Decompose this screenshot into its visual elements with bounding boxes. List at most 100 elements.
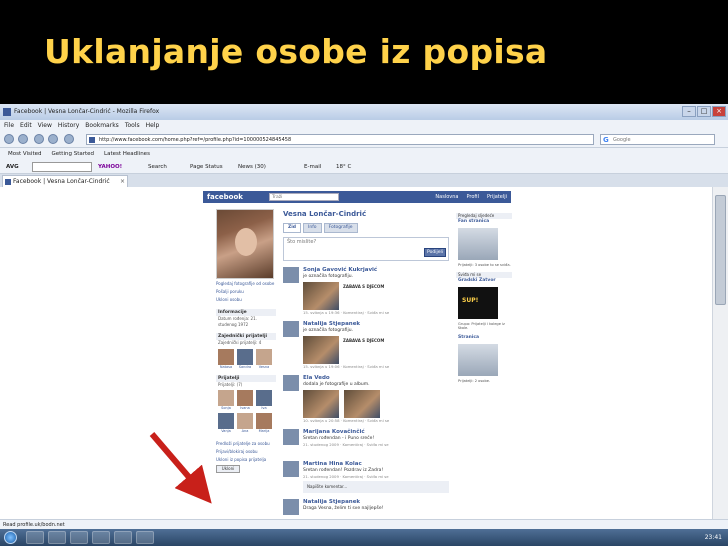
post-author[interactable]: Ela Vedo bbox=[303, 375, 449, 382]
remove-friend-link[interactable]: Ukloni iz popisa prijatelja bbox=[216, 457, 276, 463]
page-title[interactable]: Stranica bbox=[456, 335, 512, 341]
start-button[interactable] bbox=[4, 531, 17, 544]
post-author[interactable]: Natalija Stjepanek bbox=[303, 321, 449, 328]
post-author[interactable]: Natalija Stjepanek bbox=[303, 499, 449, 506]
post-photo[interactable] bbox=[344, 390, 381, 418]
search-button[interactable]: Search bbox=[148, 160, 167, 174]
taskbar-firefox-icon[interactable] bbox=[70, 531, 88, 544]
bookmark-latest-headlines[interactable]: Latest Headlines bbox=[104, 148, 150, 160]
friend-thumb[interactable] bbox=[256, 413, 272, 429]
post-meta: 21. studenog 2009 · Komentiraj · Sviđa m… bbox=[303, 442, 389, 447]
friend-name[interactable]: Sandra bbox=[237, 365, 253, 369]
remove-friend-button[interactable]: Ukloni bbox=[216, 465, 240, 473]
friend-thumb[interactable] bbox=[256, 390, 272, 406]
friend-name[interactable]: Ivana bbox=[237, 406, 253, 410]
share-button[interactable]: Podijeli bbox=[424, 248, 446, 257]
friend-name[interactable]: Marija bbox=[256, 429, 272, 433]
menu-view[interactable]: View bbox=[38, 120, 52, 131]
menu-tools[interactable]: Tools bbox=[125, 120, 140, 131]
friend-name[interactable]: Sonja bbox=[218, 406, 234, 410]
avg-button[interactable]: AVG bbox=[6, 160, 19, 174]
post-photo[interactable] bbox=[303, 390, 339, 418]
menu-history[interactable]: History bbox=[58, 120, 79, 131]
menu-edit[interactable]: Edit bbox=[20, 120, 32, 131]
post-photo[interactable] bbox=[303, 282, 339, 310]
bookmark-getting-started[interactable]: Getting Started bbox=[51, 148, 94, 160]
facebook-logo[interactable]: facebook bbox=[207, 191, 243, 203]
bookmark-most-visited[interactable]: Most Visited bbox=[8, 148, 41, 160]
minimize-button[interactable]: – bbox=[682, 106, 696, 117]
profile-photo[interactable] bbox=[216, 209, 274, 279]
avatar[interactable] bbox=[283, 321, 299, 337]
profile-link-message[interactable]: Pošalji poruku bbox=[216, 289, 276, 295]
tab-info[interactable]: Info bbox=[303, 223, 322, 233]
avatar[interactable] bbox=[283, 267, 299, 283]
friend-thumb[interactable] bbox=[218, 413, 234, 429]
avatar[interactable] bbox=[283, 375, 299, 391]
friend-name[interactable]: Iva bbox=[256, 406, 272, 410]
weather-button[interactable]: 18° C bbox=[336, 160, 351, 174]
tab-facebook[interactable]: Facebook | Vesna Lončar-Cindrić × bbox=[2, 175, 128, 187]
windows-taskbar: 23:41 bbox=[0, 529, 728, 546]
taskbar-ie-icon[interactable] bbox=[26, 531, 44, 544]
stop-button[interactable] bbox=[48, 134, 58, 144]
like-title[interactable]: Gradski Zatvor bbox=[456, 278, 512, 284]
tab-wall[interactable]: Zid bbox=[283, 223, 302, 233]
page-status-button[interactable]: Page Status bbox=[190, 160, 223, 174]
home-button[interactable] bbox=[64, 134, 74, 144]
friend-thumb[interactable] bbox=[256, 348, 272, 365]
menu-file[interactable]: File bbox=[4, 120, 14, 131]
tab-photos[interactable]: Fotografije bbox=[323, 223, 358, 233]
forward-button[interactable] bbox=[18, 134, 28, 144]
avatar[interactable] bbox=[283, 461, 299, 477]
news-button[interactable]: News (30) bbox=[238, 160, 266, 174]
close-button[interactable]: × bbox=[712, 106, 726, 117]
friend-thumb[interactable] bbox=[237, 348, 253, 365]
friend-name[interactable]: Ana bbox=[237, 429, 253, 433]
friend-thumb[interactable] bbox=[237, 413, 253, 429]
suggest-friends-link[interactable]: Predloži prijatelje za osobu bbox=[216, 441, 276, 447]
taskbar-explorer-icon[interactable] bbox=[48, 531, 66, 544]
taskbar-word-icon[interactable] bbox=[92, 531, 110, 544]
email-button[interactable]: E-mail bbox=[304, 160, 321, 174]
friend-thumb[interactable] bbox=[218, 390, 234, 406]
nav-friends[interactable]: Prijatelji bbox=[487, 191, 507, 203]
search-input[interactable]: G Google bbox=[600, 134, 715, 145]
avatar[interactable] bbox=[283, 499, 299, 515]
reload-button[interactable] bbox=[34, 134, 44, 144]
scrollbar-thumb[interactable] bbox=[715, 195, 726, 305]
menu-bookmarks[interactable]: Bookmarks bbox=[85, 120, 119, 131]
friend-name[interactable]: Natasa bbox=[218, 365, 234, 369]
tab-close-icon[interactable]: × bbox=[120, 176, 125, 187]
status-composer[interactable]: Što mislite? Podijeli bbox=[283, 237, 449, 261]
profile-link-photos[interactable]: Pogledaj fotografije od osobe bbox=[216, 281, 276, 287]
comment-input[interactable]: Napišite komentar... bbox=[303, 481, 449, 493]
suggestion-title[interactable]: Fan stranica bbox=[456, 219, 512, 225]
window-title: Facebook | Vesna Lončar-Cindrić - Mozill… bbox=[14, 108, 160, 115]
post-author[interactable]: Sonja Gavović Kukrjavić bbox=[303, 267, 449, 274]
friend-thumb[interactable] bbox=[218, 348, 234, 365]
url-bar[interactable]: http://www.facebook.com/home.php?ref=/pr… bbox=[86, 134, 594, 145]
friend-name[interactable]: Vanja bbox=[218, 429, 234, 433]
post-photo[interactable] bbox=[303, 336, 339, 364]
post-author[interactable]: Martina Hina Kolac bbox=[303, 461, 449, 468]
nav-home[interactable]: Naslovna bbox=[435, 191, 458, 203]
taskbar-powerpoint-icon[interactable] bbox=[114, 531, 132, 544]
back-button[interactable] bbox=[4, 134, 14, 144]
vertical-scrollbar[interactable] bbox=[712, 187, 728, 519]
taskbar-app-icon[interactable] bbox=[136, 531, 154, 544]
profile-link-remove[interactable]: Ukloni osobu bbox=[216, 297, 276, 303]
report-block-link[interactable]: Prijavi/blokiraj osobu bbox=[216, 449, 276, 455]
avatar[interactable] bbox=[283, 429, 299, 445]
friend-thumb[interactable] bbox=[237, 390, 253, 406]
like-image[interactable]: SUP! bbox=[458, 286, 498, 319]
menu-help[interactable]: Help bbox=[146, 120, 160, 131]
post-author[interactable]: Marijana Kovačinčić bbox=[303, 429, 449, 436]
yahoo-search-input[interactable] bbox=[32, 162, 92, 172]
suggestion-image[interactable] bbox=[458, 228, 498, 260]
nav-profile[interactable]: Profil bbox=[466, 191, 478, 203]
page-image[interactable] bbox=[458, 343, 498, 376]
facebook-search-input[interactable]: Traži bbox=[269, 193, 339, 201]
friend-name[interactable]: Vesna bbox=[256, 365, 272, 369]
maximize-button[interactable]: □ bbox=[697, 106, 711, 117]
